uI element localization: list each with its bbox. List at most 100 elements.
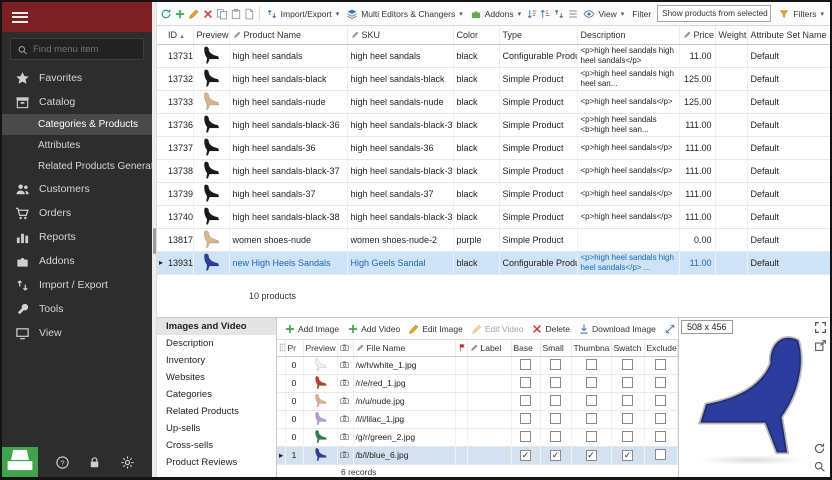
add-product-button[interactable] xyxy=(174,5,187,23)
column-header-price[interactable]: Price xyxy=(679,26,715,44)
paste-button[interactable] xyxy=(229,5,242,23)
sidebar-item-tools[interactable]: Tools xyxy=(2,297,152,321)
table-row[interactable]: 13736high heel sandals-black-36high heel… xyxy=(157,113,830,136)
delete-image-button[interactable]: Delete xyxy=(529,321,572,337)
base-checkbox[interactable] xyxy=(520,431,531,442)
hamburger-menu-icon[interactable] xyxy=(12,12,28,23)
help-button[interactable]: ? xyxy=(55,455,70,470)
thumbnail-checkbox[interactable]: ✓ xyxy=(586,450,597,461)
table-row[interactable]: 13738high heel sandals-black-37high heel… xyxy=(157,159,830,182)
column-header-color[interactable]: Color xyxy=(453,26,499,44)
tab-websites[interactable]: Websites xyxy=(157,369,276,386)
tab-inventory[interactable]: Inventory xyxy=(157,352,276,369)
column-header-small[interactable]: Small xyxy=(540,340,571,356)
tab-images-and-video[interactable]: Images and Video xyxy=(157,318,276,335)
import-export-menu[interactable]: Import/Export▾ xyxy=(263,6,343,22)
image-row[interactable]: 0/l/i/lilac_1.jpg xyxy=(277,410,677,428)
copy-button[interactable] xyxy=(215,5,228,23)
table-row[interactable]: 13733high heel sandals-nudehigh heel san… xyxy=(157,90,830,113)
edit-image-button[interactable]: Edit Image xyxy=(406,321,465,337)
edit-product-button[interactable] xyxy=(188,5,201,23)
exclude-checkbox[interactable] xyxy=(655,359,666,370)
sidebar-item-orders[interactable]: Orders xyxy=(2,201,152,225)
delete-product-button[interactable] xyxy=(202,5,215,23)
column-header-position[interactable]: Pr xyxy=(285,340,303,356)
column-header-preview[interactable]: Preview xyxy=(303,340,337,356)
column-header-type[interactable]: Type xyxy=(499,26,577,44)
column-header-description[interactable]: Description xyxy=(577,26,679,44)
column-header-file-name[interactable]: File Name xyxy=(353,340,455,356)
tab-categories[interactable]: Categories xyxy=(157,386,276,403)
sidebar-item-addons[interactable]: Addons xyxy=(2,249,152,273)
menu-search-input[interactable] xyxy=(33,44,137,55)
add-video-button[interactable]: Add Video xyxy=(345,321,402,337)
table-row[interactable]: 13740high heel sandals-black-38high heel… xyxy=(157,205,830,228)
sidebar-item-categories-products[interactable]: Categories & Products xyxy=(2,114,152,135)
table-row[interactable]: 13817women shoes-nudewomen shoes-nude-2p… xyxy=(157,228,830,251)
sort-asc-button[interactable] xyxy=(525,5,538,23)
filters-menu[interactable]: Filters▾ xyxy=(775,6,827,22)
swap-button[interactable] xyxy=(553,5,566,23)
image-row[interactable]: 0/g/r/green_2.jpg xyxy=(277,428,677,446)
small-checkbox[interactable] xyxy=(550,413,561,424)
column-header-label[interactable]: Label xyxy=(467,340,511,356)
column-header-preview[interactable]: Preview xyxy=(193,26,229,44)
small-checkbox[interactable]: ✓ xyxy=(550,450,561,461)
small-checkbox[interactable] xyxy=(550,431,561,442)
swatch-checkbox[interactable] xyxy=(622,431,633,442)
lock-button[interactable] xyxy=(87,455,102,470)
base-checkbox[interactable] xyxy=(520,395,531,406)
sidebar-item-reports[interactable]: Reports xyxy=(2,225,152,249)
sidebar-item-catalog[interactable]: Catalog xyxy=(2,90,152,114)
store-button[interactable] xyxy=(2,447,38,477)
small-checkbox[interactable] xyxy=(550,395,561,406)
tab-product-reviews[interactable]: Product Reviews xyxy=(157,454,276,471)
sidebar-item-customers[interactable]: Customers xyxy=(2,177,152,201)
grid-marker-header[interactable] xyxy=(277,340,285,356)
column-header-attribute_set[interactable]: Attribute Set Name xyxy=(747,26,830,44)
tab-description[interactable]: Description xyxy=(157,335,276,352)
image-row[interactable]: 0/r/e/red_1.jpg xyxy=(277,374,677,392)
flag-column-header[interactable] xyxy=(455,340,467,356)
column-header-weight[interactable]: Weight xyxy=(715,26,747,44)
base-checkbox[interactable] xyxy=(520,377,531,388)
camera-column-header[interactable] xyxy=(337,340,353,356)
zoom-icon[interactable] xyxy=(813,460,826,473)
columns-button[interactable] xyxy=(243,5,256,23)
thumbnail-checkbox[interactable] xyxy=(586,431,597,442)
sidebar-item-related-products-generator[interactable]: Related Products Generator xyxy=(2,156,152,177)
refresh-button[interactable] xyxy=(160,5,173,23)
add-image-button[interactable]: Add Image xyxy=(282,321,341,337)
external-link-icon[interactable] xyxy=(814,339,827,352)
tab-cross-sells[interactable]: Cross-sells xyxy=(157,437,276,454)
sort-desc-button[interactable] xyxy=(539,5,552,23)
exclude-checkbox[interactable] xyxy=(655,377,666,388)
image-row[interactable]: 0/n/u/nude.jpg xyxy=(277,392,677,410)
sidebar-item-attributes[interactable]: Attributes xyxy=(2,135,152,156)
swatch-checkbox[interactable] xyxy=(622,413,633,424)
table-row[interactable]: 13737high heel sandals-36high heel sanda… xyxy=(157,136,830,159)
fullscreen-icon[interactable] xyxy=(814,321,827,334)
base-checkbox[interactable] xyxy=(520,359,531,370)
view-menu[interactable]: View▾ xyxy=(580,6,627,22)
base-checkbox[interactable] xyxy=(520,413,531,424)
sidebar-item-view[interactable]: View xyxy=(2,321,152,345)
column-header-swatch[interactable]: Swatch xyxy=(611,340,644,356)
column-header-sku[interactable]: SKU xyxy=(347,26,453,44)
tab-related-products[interactable]: Related Products xyxy=(157,403,276,420)
table-row[interactable]: 13732high heel sandals-blackhigh heel sa… xyxy=(157,67,830,90)
small-checkbox[interactable] xyxy=(550,377,561,388)
exclude-checkbox[interactable] xyxy=(655,413,666,424)
sidebar-item-import-export[interactable]: Import / Export xyxy=(2,273,152,297)
multi-editors-menu[interactable]: Multi Editors & Changers▾ xyxy=(343,6,466,22)
table-row[interactable]: 13739high heel sandals-37high heel sanda… xyxy=(157,182,830,205)
thumbnail-checkbox[interactable] xyxy=(586,377,597,388)
set-resize-rule-button[interactable]: Set Resize Rule xyxy=(662,321,678,337)
image-row[interactable]: 0/w/h/white_1.jpg xyxy=(277,356,677,374)
image-row[interactable]: ▸1/b/l/blue_6.jpg✓✓✓✓ xyxy=(277,446,677,464)
exclude-checkbox[interactable] xyxy=(655,395,666,406)
download-image-button[interactable]: Download Image xyxy=(576,321,658,337)
thumbnail-checkbox[interactable] xyxy=(586,359,597,370)
table-row[interactable]: 13731high heel sandalshigh heel sandalsb… xyxy=(157,44,830,67)
addons-menu[interactable]: Addons▾ xyxy=(467,6,524,22)
